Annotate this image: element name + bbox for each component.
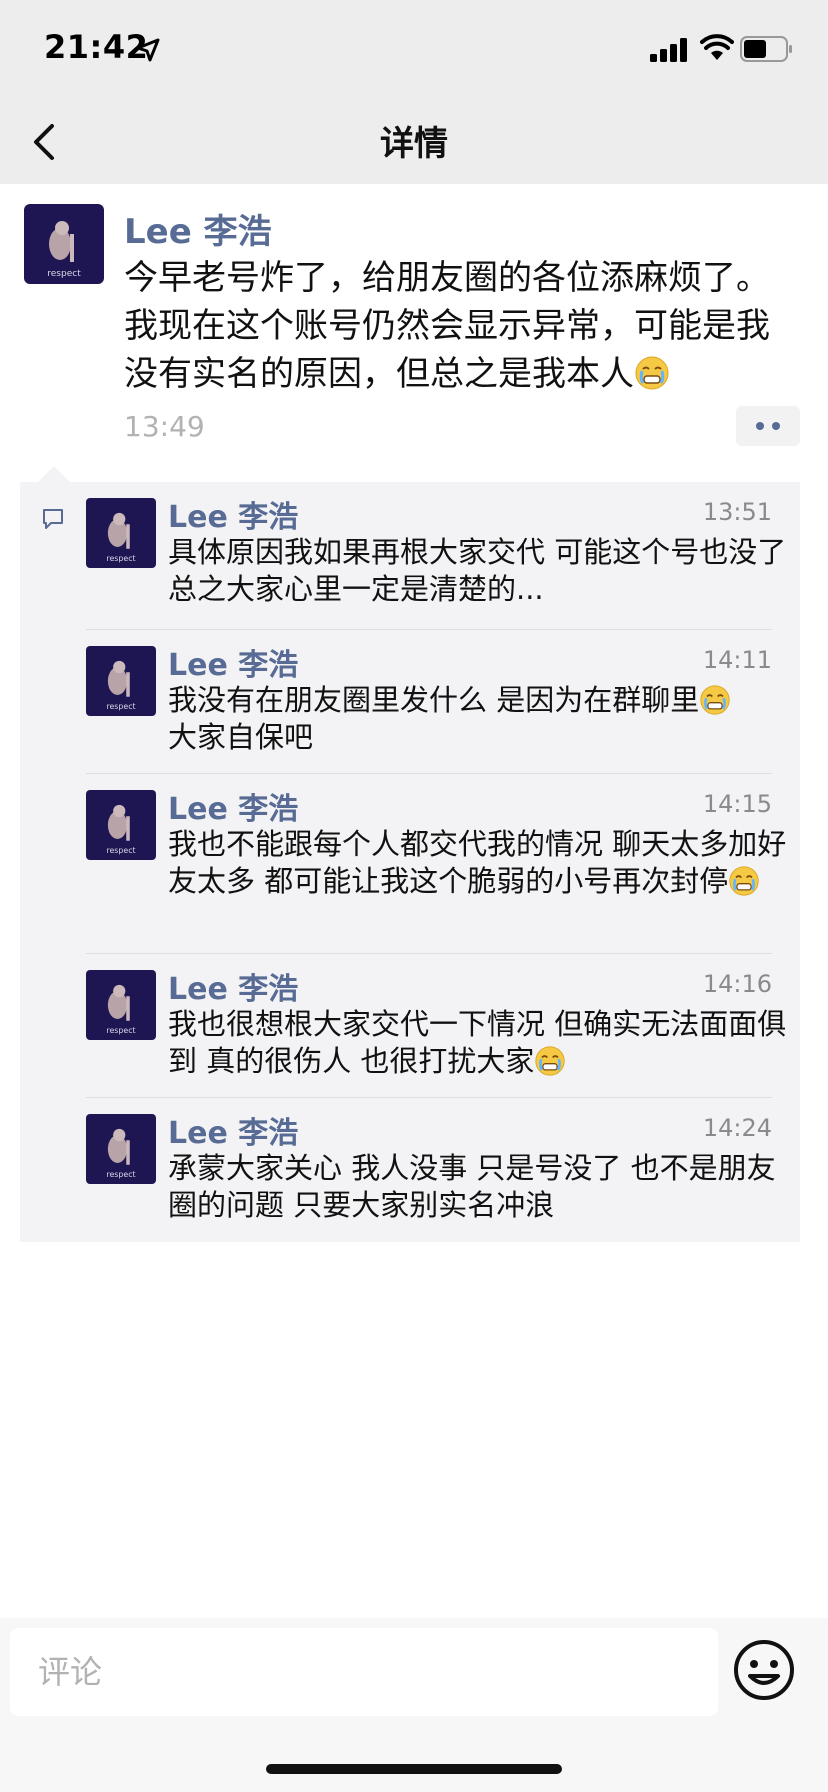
post-text: 今早老号炸了，给朋友圈的各位添麻烦了。我现在这个账号仍然会显示异常，可能是我没有… (124, 258, 770, 394)
post-avatar[interactable]: respect (24, 204, 104, 284)
comment-time: 14:15 (702, 790, 772, 818)
comments-caret (38, 466, 70, 482)
comment-time: 14:24 (702, 1114, 772, 1142)
comment-input[interactable] (10, 1628, 718, 1716)
emoji-face-icon[interactable] (732, 1638, 796, 1702)
avatar-caption: respect (106, 846, 135, 855)
comment-avatar[interactable]: respect (86, 1114, 156, 1184)
avatar-caption: respect (106, 1026, 135, 1035)
comment-author[interactable]: Lee 李浩 (168, 640, 298, 684)
status-bar: 21:42 (0, 0, 828, 100)
post-time: 13:49 (124, 410, 205, 443)
comment-text: 具体原因我如果再根大家交代 可能这个号也没了 总之大家心里一定是清楚的... (168, 535, 787, 606)
avatar-image: respect (86, 970, 156, 1040)
location-arrow-icon (136, 38, 160, 62)
crying-emoji-icon (700, 685, 730, 715)
battery-icon (740, 36, 792, 62)
comment-avatar[interactable]: respect (86, 970, 156, 1040)
signal-icon (650, 38, 687, 62)
dot-icon (772, 422, 780, 430)
comment-avatar[interactable]: respect (86, 790, 156, 860)
comment-text: 我没有在朋友圈里发什么 是因为在群聊里 大家自保吧 (168, 682, 788, 756)
comment-author[interactable]: Lee 李浩 (168, 1108, 298, 1152)
more-options-button[interactable] (736, 406, 800, 446)
avatar-image: respect (86, 1114, 156, 1184)
avatar-image: respect (86, 498, 156, 568)
comment-avatar[interactable]: respect (86, 498, 156, 568)
crying-emoji-icon (635, 356, 669, 390)
comment-author[interactable]: Lee 李浩 (168, 492, 298, 536)
comment-text: 我也很想根大家交代一下情况 但确实无法面面俱到 真的很伤人 也很打扰大家 (168, 1007, 787, 1078)
comment-author[interactable]: Lee 李浩 (168, 964, 298, 1008)
avatar-image: respect (86, 646, 156, 716)
wifi-icon (700, 34, 734, 60)
comment-item[interactable]: respect Lee 李浩 14:15 我也不能跟每个人都交代我的情况 聊天太… (86, 774, 786, 954)
comment-author[interactable]: Lee 李浩 (168, 784, 298, 828)
comment-item[interactable]: respect Lee 李浩 14:11 我没有在朋友圈里发什么 是因为在群聊里… (86, 630, 786, 774)
home-indicator (266, 1764, 562, 1774)
comment-bar (0, 1618, 828, 1792)
comments-panel: respect Lee 李浩 13:51 具体原因我如果再根大家交代 可能这个号… (20, 482, 800, 1242)
comment-item[interactable]: respect Lee 李浩 14:24 承蒙大家关心 我人没事 只是号没了 也… (86, 1098, 786, 1242)
comment-item[interactable]: respect Lee 李浩 14:16 我也很想根大家交代一下情况 但确实无法… (86, 954, 786, 1098)
comment-avatar[interactable]: respect (86, 646, 156, 716)
page-title: 详情 (380, 124, 448, 164)
comment-time: 14:16 (702, 970, 772, 998)
comment-text: 我也不能跟每个人都交代我的情况 聊天太多加好友太多 都可能让我这个脆弱的小号再次… (168, 827, 787, 898)
avatar-caption: respect (47, 269, 81, 279)
avatar-caption: respect (106, 1170, 135, 1179)
crying-emoji-icon (535, 1046, 566, 1076)
comment-text: 承蒙大家关心 我人没事 只是号没了 也不是朋友圈的问题 只要大家别实名冲浪 (168, 1151, 776, 1222)
avatar-caption: respect (106, 554, 135, 563)
comment-time: 13:51 (702, 498, 772, 526)
status-time: 21:42 (44, 28, 149, 66)
crying-emoji-icon (729, 866, 759, 896)
comment-time: 14:11 (702, 646, 772, 674)
comment-bubble-icon (43, 509, 63, 529)
post-author[interactable]: Lee 李浩 (124, 204, 272, 253)
comment-item[interactable]: respect Lee 李浩 13:51 具体原因我如果再根大家交代 可能这个号… (86, 482, 786, 630)
avatar-caption: respect (106, 702, 135, 711)
nav-bar: 详情 (0, 100, 828, 184)
avatar-image: respect (24, 204, 104, 284)
avatar-image: respect (86, 790, 156, 860)
dot-icon (756, 422, 764, 430)
